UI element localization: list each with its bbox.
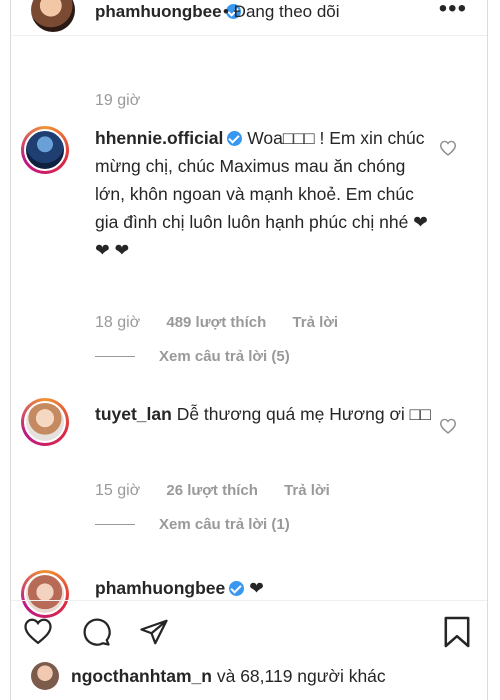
replies-divider-line [95, 524, 135, 525]
view-replies-button[interactable]: Xem câu trả lời (5) [95, 348, 290, 365]
comment-meta: 18 giờ 489 lượt thích Trả lời [95, 314, 360, 332]
commenter-avatar[interactable] [21, 126, 69, 174]
post-header: phamhuongbee • Đang theo dõi ••• [11, 0, 487, 36]
follow-status[interactable]: • Đang theo dõi [223, 2, 340, 22]
post-panel: phamhuongbee • Đang theo dõi ••• 19 giờ … [10, 0, 488, 700]
caption-timestamp: 19 giờ [95, 92, 141, 109]
comment-meta: 15 giờ 26 lượt thích Trả lời [95, 482, 352, 500]
author-avatar[interactable] [31, 0, 75, 32]
reply-button[interactable]: Trả lời [284, 482, 330, 499]
comment-text: ❤ [249, 578, 264, 598]
author-username[interactable]: phamhuongbee [95, 2, 241, 22]
comment-time: 15 giờ [95, 482, 141, 499]
paper-plane-icon[interactable] [139, 617, 169, 647]
replies-divider-line [95, 356, 135, 357]
comments-list[interactable]: 19 giờ hhennie.official Woa□□□ ! Em xin … [11, 60, 487, 618]
post-action-bar [11, 600, 487, 656]
like-comment-heart-icon[interactable] [439, 140, 457, 156]
comment-likes[interactable]: 26 lượt thích [166, 482, 258, 499]
comment-body: tuyet_lan Dễ thương quá mẹ Hương ơi □□ [95, 400, 435, 428]
like-comment-heart-icon[interactable] [439, 418, 457, 434]
comment-body: phamhuongbee ❤ [95, 574, 435, 602]
commenter-avatar[interactable] [21, 398, 69, 446]
commenter-username[interactable]: hhennie.official [95, 128, 223, 148]
verified-badge-icon [229, 581, 245, 596]
verified-badge-icon [227, 131, 243, 146]
view-replies-label[interactable]: Xem câu trả lời (5) [159, 348, 290, 365]
comment-time: 18 giờ [95, 314, 141, 331]
liked-by-row: ngocthanhtam_n và 68,119 người khác [11, 656, 487, 700]
heart-outline-icon[interactable] [23, 617, 53, 645]
more-dots-icon[interactable]: ••• [439, 0, 467, 23]
reply-button[interactable]: Trả lời [292, 314, 338, 331]
comment-bubble-icon[interactable] [81, 617, 111, 647]
liker-avatar[interactable] [31, 662, 59, 690]
bookmark-icon[interactable] [443, 615, 471, 649]
view-replies-button[interactable]: Xem câu trả lời (1) [95, 516, 290, 533]
comment-likes[interactable]: 489 lượt thích [166, 314, 266, 331]
comment-text: Dễ thương quá mẹ Hương ơi □□ [176, 404, 431, 424]
author-username-text[interactable]: phamhuongbee [95, 2, 222, 21]
liked-by-count[interactable]: và 68,119 người khác [217, 666, 386, 686]
commenter-username[interactable]: phamhuongbee [95, 578, 225, 598]
view-replies-label[interactable]: Xem câu trả lời (1) [159, 516, 290, 533]
comment-body: hhennie.official Woa□□□ ! Em xin chúc mừ… [95, 124, 435, 264]
liker-username[interactable]: ngocthanhtam_n [71, 666, 212, 686]
liked-by-text[interactable]: ngocthanhtam_n và 68,119 người khác [71, 666, 386, 687]
commenter-username[interactable]: tuyet_lan [95, 404, 172, 424]
